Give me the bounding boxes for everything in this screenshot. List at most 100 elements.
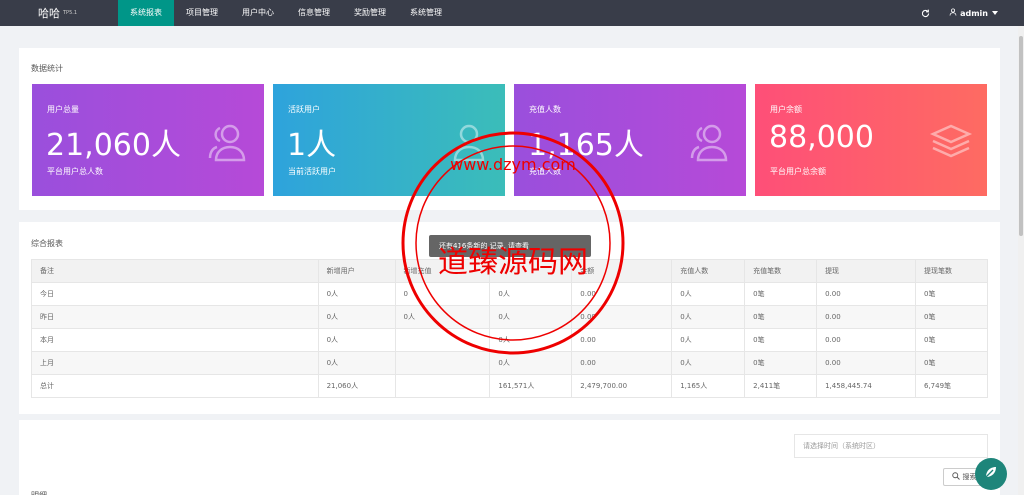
date-range-input[interactable]: 请选择时间（系统时区） <box>794 434 988 458</box>
table-cell: 21,060人 <box>317 374 396 398</box>
card-subtitle: 平台用户总余额 <box>770 167 826 176</box>
nav-item-projects[interactable]: 项目管理 <box>174 0 230 26</box>
table-row: 总计 21,060人 161,571人 2,479,700.00 1,165人 … <box>31 374 989 398</box>
top-navbar: 哈哈 TP5.1 系统报表 项目管理 用户中心 信息管理 奖励管理 系统管理 ad… <box>0 0 1024 26</box>
table-cell: 0人 <box>671 328 746 352</box>
search-panel: 请选择时间（系统时区） 搜索 明细 <box>19 420 1000 495</box>
table-cell: 0人 <box>671 305 746 329</box>
table-cell: 0人 <box>671 282 746 306</box>
card-label: 用户总量 <box>47 105 79 114</box>
detail-title: 明细 <box>31 490 47 495</box>
card-subtitle: 充值人数 <box>529 167 561 176</box>
stats-title: 数据统计 <box>31 64 63 73</box>
table-cell: 本月 <box>31 328 319 352</box>
user-icon <box>447 122 491 162</box>
card-subtitle: 当前活跃用户 <box>288 167 336 176</box>
table-cell: 0.00 <box>816 328 916 352</box>
table-row: 昨日 0人 0人 0人 0.00 0人 0笔 0.00 0笔 <box>31 305 989 329</box>
table-cell: 2,479,700.00 <box>571 374 673 398</box>
card-label: 用户余额 <box>770 105 802 114</box>
table-cell: 0人 <box>317 351 396 375</box>
table-cell: 0.00 <box>816 351 916 375</box>
stats-panel: 数据统计 用户总量 21,060人 平台用户总人数 活跃用户 1人 当前活跃用户… <box>19 48 1000 210</box>
card-value: 1,165人 <box>528 128 644 163</box>
logo-version: TP5.1 <box>63 10 78 16</box>
table-cell: 0人 <box>489 328 573 352</box>
table-cell: 0.00 <box>571 328 673 352</box>
table-cell: 今日 <box>31 282 319 306</box>
page-scrollbar[interactable] <box>1018 26 1024 495</box>
table-cell <box>394 328 491 352</box>
table-cell: 1,458,445.74 <box>816 374 916 398</box>
table-header-row: 备注 新增用户 新增充值 金额 充值人数 充值笔数 提现 提现笔数 <box>31 259 989 283</box>
logo[interactable]: 哈哈 TP5.1 <box>0 0 118 26</box>
column-header: 新增用户 <box>317 259 396 283</box>
nav-item-rewards[interactable]: 奖励管理 <box>342 0 398 26</box>
new-records-tooltip[interactable]: 还有416条新的 记录, 请查看 <box>429 235 591 257</box>
main-nav: 系统报表 项目管理 用户中心 信息管理 奖励管理 系统管理 <box>118 0 454 26</box>
table-cell: 0人 <box>394 305 491 329</box>
users-icon <box>206 122 250 162</box>
user-icon <box>949 8 957 18</box>
table-cell: 0人 <box>317 328 396 352</box>
table-row: 上月 0人 0人 0.00 0人 0笔 0.00 0笔 <box>31 351 989 375</box>
table-cell: 0笔 <box>914 328 989 352</box>
table-cell <box>394 351 491 375</box>
table-cell: 0人 <box>317 305 396 329</box>
table-cell: 0笔 <box>914 282 989 306</box>
table-cell: 0笔 <box>744 305 818 329</box>
table-cell: 0笔 <box>914 305 989 329</box>
column-header: 金额 <box>571 259 673 283</box>
user-menu[interactable]: admin <box>941 8 1024 18</box>
nav-item-reports[interactable]: 系统报表 <box>118 0 174 26</box>
nav-item-info[interactable]: 信息管理 <box>286 0 342 26</box>
nav-item-system[interactable]: 系统管理 <box>398 0 454 26</box>
table-cell: 0.00 <box>571 282 673 306</box>
column-header: 提现 <box>816 259 916 283</box>
table-cell: 0笔 <box>914 351 989 375</box>
table-cell: 0.00 <box>816 282 916 306</box>
nav-item-users[interactable]: 用户中心 <box>230 0 286 26</box>
table-cell: 2,411笔 <box>744 374 818 398</box>
chevron-down-icon <box>992 10 998 17</box>
username: admin <box>960 8 988 18</box>
table-cell: 0笔 <box>744 351 818 375</box>
refresh-icon[interactable] <box>909 0 941 26</box>
stat-card-user-balance: 用户余额 88,000 平台用户总余额 <box>755 84 987 196</box>
leaf-icon <box>983 464 999 484</box>
column-header: 充值人数 <box>671 259 746 283</box>
table-cell: 0人 <box>489 282 573 306</box>
scrollbar-thumb[interactable] <box>1019 36 1023 236</box>
stat-card-recharge-users: 充值人数 1,165人 充值人数 <box>514 84 746 196</box>
users-icon <box>688 122 732 162</box>
table-row: 本月 0人 0人 0.00 0人 0笔 0.00 0笔 <box>31 328 989 352</box>
table-cell: 6,749笔 <box>914 374 989 398</box>
table-cell: 上月 <box>31 351 319 375</box>
table-cell: 0笔 <box>744 282 818 306</box>
card-value: 88,000 <box>769 120 874 155</box>
report-title: 综合报表 <box>31 239 63 248</box>
table-cell: 0人 <box>489 351 573 375</box>
column-header: 提现笔数 <box>914 259 989 283</box>
table-cell: 0.00 <box>816 305 916 329</box>
table-cell: 总计 <box>31 374 319 398</box>
floating-help-button[interactable] <box>975 458 1007 490</box>
table-cell <box>394 374 491 398</box>
table-cell: 昨日 <box>31 305 319 329</box>
column-header: 备注 <box>31 259 319 283</box>
stat-card-total-users: 用户总量 21,060人 平台用户总人数 <box>32 84 264 196</box>
table-row: 今日 0人 0 0人 0.00 0人 0笔 0.00 0笔 <box>31 282 989 306</box>
table-cell: 0 <box>394 282 491 306</box>
table-cell: 161,571人 <box>489 374 573 398</box>
column-header <box>489 259 573 283</box>
table-cell: 0人 <box>317 282 396 306</box>
card-label: 活跃用户 <box>288 105 320 114</box>
table-cell: 0人 <box>489 305 573 329</box>
column-header: 新增充值 <box>394 259 491 283</box>
card-value: 21,060人 <box>46 128 181 163</box>
table-cell: 0人 <box>671 351 746 375</box>
report-table: 备注 新增用户 新增充值 金额 充值人数 充值笔数 提现 提现笔数 今日 0人 … <box>31 259 989 398</box>
logo-text: 哈哈 <box>38 7 60 20</box>
search-icon <box>951 472 960 482</box>
table-cell: 1,165人 <box>671 374 746 398</box>
